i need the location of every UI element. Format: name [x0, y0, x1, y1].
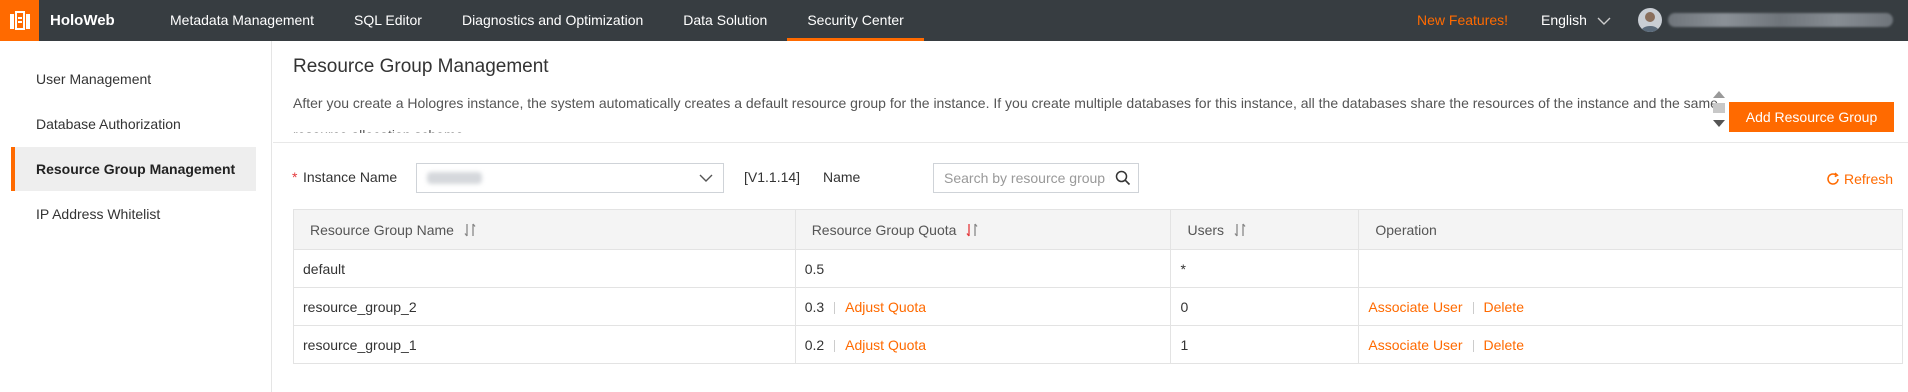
scroll-up-icon[interactable]: [1713, 91, 1725, 98]
adjust-quota-link[interactable]: Adjust Quota: [845, 299, 926, 315]
sidebar-item-database-authorization[interactable]: Database Authorization: [11, 102, 256, 146]
refresh-icon: [1827, 172, 1839, 185]
language-selector[interactable]: English: [1541, 0, 1611, 41]
cell-users: 0: [1170, 287, 1360, 326]
sidebar-item-ip-address-whitelist[interactable]: IP Address Whitelist: [11, 192, 256, 236]
nav-metadata-management[interactable]: Metadata Management: [150, 0, 334, 41]
table-row: resource_group_2 0.3 Adjust Quota 0 Assoc…: [293, 287, 1903, 326]
column-header-users[interactable]: Users: [1170, 209, 1360, 250]
cell-name: default: [293, 249, 796, 288]
description-box[interactable]: After you create a Hologres instance, th…: [293, 87, 1733, 133]
column-header-label: Resource Group Name: [310, 221, 454, 238]
brand-name[interactable]: HoloWeb: [50, 0, 115, 41]
delete-link[interactable]: Delete: [1484, 299, 1524, 315]
column-header-name[interactable]: Resource Group Name: [293, 209, 796, 250]
cell-operation: Associate User Delete: [1358, 287, 1903, 326]
chevron-down-icon: [1597, 17, 1611, 25]
description-text: After you create a Hologres instance, th…: [293, 95, 1718, 133]
delete-link[interactable]: Delete: [1484, 337, 1524, 353]
divider: [1472, 339, 1474, 352]
cell-name: resource_group_1: [293, 325, 796, 364]
language-label: English: [1541, 12, 1587, 28]
name-filter-label: Name: [823, 169, 861, 185]
account-name-redacted[interactable]: [1668, 13, 1893, 27]
chevron-down-icon: [699, 174, 713, 182]
quota-value: 0.2: [804, 336, 825, 353]
adjust-quota-link[interactable]: Adjust Quota: [845, 337, 926, 353]
nav-data-solution[interactable]: Data Solution: [663, 0, 787, 41]
sort-icon[interactable]: [1234, 223, 1246, 237]
nav-sql-editor[interactable]: SQL Editor: [334, 0, 442, 41]
divider: [273, 142, 1908, 143]
divider: [834, 339, 836, 352]
column-header-label: Users: [1187, 221, 1225, 238]
resource-group-table: Resource Group Name Resource Group Quota…: [293, 209, 1903, 364]
column-header-label: Resource Group Quota: [811, 221, 957, 238]
search-input[interactable]: [934, 164, 1110, 192]
instance-version: [V1.1.14]: [744, 169, 801, 185]
sidebar-item-resource-group-management[interactable]: Resource Group Management: [11, 147, 256, 191]
table-row: resource_group_1 0.2 Adjust Quota 1 Assoc…: [293, 325, 1903, 364]
divider: [834, 301, 836, 314]
cell-users: 1: [1170, 325, 1360, 364]
instance-select[interactable]: [416, 163, 724, 193]
sidebar-item-user-management[interactable]: User Management: [11, 57, 256, 101]
main-nav: Metadata Management SQL Editor Diagnosti…: [150, 0, 925, 41]
scroll-thumb[interactable]: [1713, 103, 1725, 113]
refresh-label: Refresh: [1844, 171, 1894, 187]
sort-icon[interactable]: [464, 223, 476, 237]
cell-users: *: [1170, 249, 1360, 288]
divider: [1472, 301, 1474, 314]
quota-value: 0.3: [804, 298, 825, 315]
cell-operation: [1358, 249, 1903, 288]
description-scrollbar[interactable]: [1711, 87, 1727, 131]
new-features-link[interactable]: New Features!: [1417, 0, 1508, 41]
cell-quota: 0.3 Adjust Quota: [794, 287, 1172, 326]
search-icon[interactable]: [1115, 170, 1131, 186]
associate-user-link[interactable]: Associate User: [1368, 337, 1462, 353]
refresh-button[interactable]: Refresh: [1826, 171, 1893, 187]
cell-operation: Associate User Delete: [1358, 325, 1903, 364]
scroll-down-icon[interactable]: [1713, 120, 1725, 127]
cell-quota: 0.5: [794, 249, 1172, 288]
add-resource-group-button[interactable]: Add Resource Group: [1729, 102, 1894, 132]
cell-name: resource_group_2: [293, 287, 796, 326]
top-navigation-bar: HoloWeb Metadata Management SQL Editor D…: [0, 0, 1908, 41]
table-header-row: Resource Group Name Resource Group Quota…: [293, 209, 1903, 250]
page-title: Resource Group Management: [293, 56, 549, 77]
column-header-operation: Operation: [1358, 209, 1903, 250]
nav-security-center[interactable]: Security Center: [787, 0, 925, 41]
search-box: [933, 163, 1139, 193]
sort-descending-icon[interactable]: [966, 223, 978, 237]
holoweb-logo-icon[interactable]: [0, 0, 39, 41]
table-row: default 0.5 *: [293, 249, 1903, 288]
sidebar: User Management Database Authorization R…: [0, 41, 272, 392]
column-header-quota[interactable]: Resource Group Quota: [794, 209, 1172, 250]
instance-value-redacted: [427, 172, 482, 184]
nav-diagnostics-optimization[interactable]: Diagnostics and Optimization: [442, 0, 663, 41]
required-mark: *: [292, 169, 298, 185]
user-avatar[interactable]: [1638, 8, 1662, 32]
associate-user-link[interactable]: Associate User: [1368, 299, 1462, 315]
instance-name-label: Instance Name: [303, 169, 398, 185]
main-content: Resource Group Management After you crea…: [273, 41, 1908, 392]
cell-quota: 0.2 Adjust Quota: [794, 325, 1172, 364]
